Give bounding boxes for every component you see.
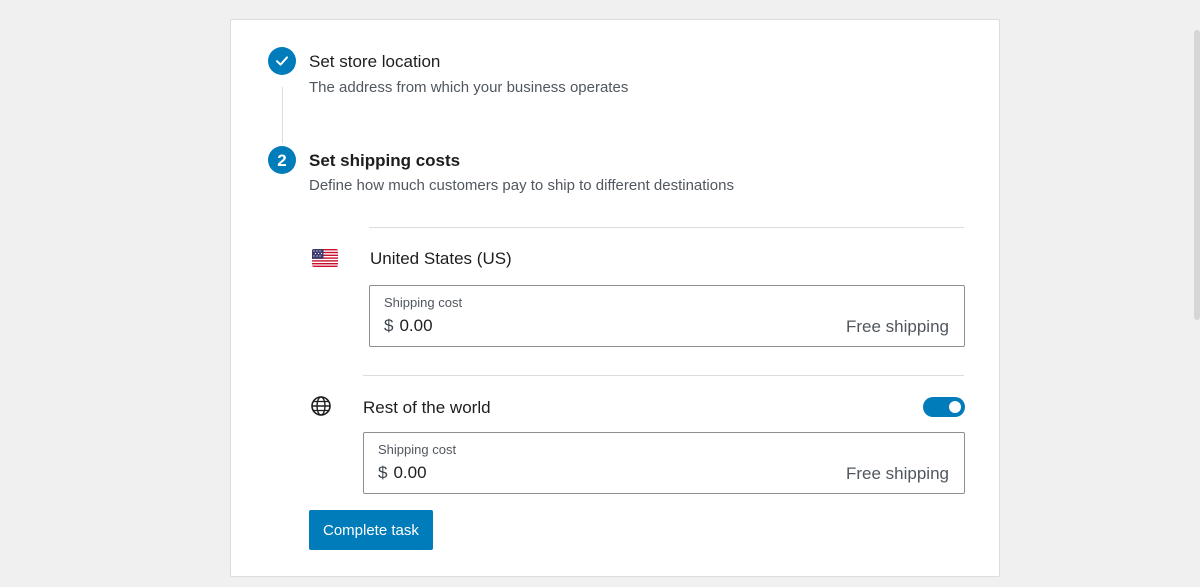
divider (363, 375, 964, 376)
complete-task-button[interactable]: Complete task (309, 510, 433, 550)
setup-task-card: Set store location The address from whic… (230, 19, 1000, 577)
toggle-knob (949, 401, 961, 413)
step-description-store-location: The address from which your business ope… (309, 79, 629, 96)
page-scrollbar[interactable] (1194, 30, 1200, 320)
step-number: 2 (277, 150, 287, 170)
step-complete-badge (268, 47, 296, 75)
shipping-cost-value[interactable]: $0.00 (384, 316, 433, 336)
step-title-store-location[interactable]: Set store location (309, 52, 440, 72)
shipping-cost-label: Shipping cost (378, 442, 457, 457)
us-flag-icon (312, 249, 338, 267)
divider (369, 227, 964, 228)
step-title-shipping-costs: Set shipping costs (309, 151, 461, 170)
zone-name-us: United States (US) (370, 249, 512, 268)
shipping-cost-input-us[interactable]: Shipping cost $0.00 Free shipping (369, 285, 965, 347)
step-connector (282, 87, 283, 143)
shipping-cost-value[interactable]: $0.00 (378, 463, 427, 483)
currency-symbol: $ (378, 463, 388, 482)
free-shipping-label: Free shipping (845, 317, 949, 336)
currency-symbol: $ (384, 316, 394, 335)
shipping-cost-amount[interactable]: 0.00 (399, 316, 432, 335)
free-shipping-label: Free shipping (845, 464, 949, 483)
checkmark-icon (275, 54, 289, 68)
step-number-badge: 2 (268, 146, 296, 174)
shipping-cost-input-rest-of-world[interactable]: Shipping cost $0.00 Free shipping (363, 432, 965, 494)
shipping-cost-amount[interactable]: 0.00 (393, 463, 426, 482)
shipping-cost-label: Shipping cost (384, 295, 463, 310)
rest-of-world-toggle[interactable] (923, 397, 965, 417)
step-description-shipping-costs: Define how much customers pay to ship to… (309, 177, 734, 194)
zone-name-rest-of-world: Rest of the world (363, 398, 491, 417)
globe-icon (310, 395, 332, 417)
